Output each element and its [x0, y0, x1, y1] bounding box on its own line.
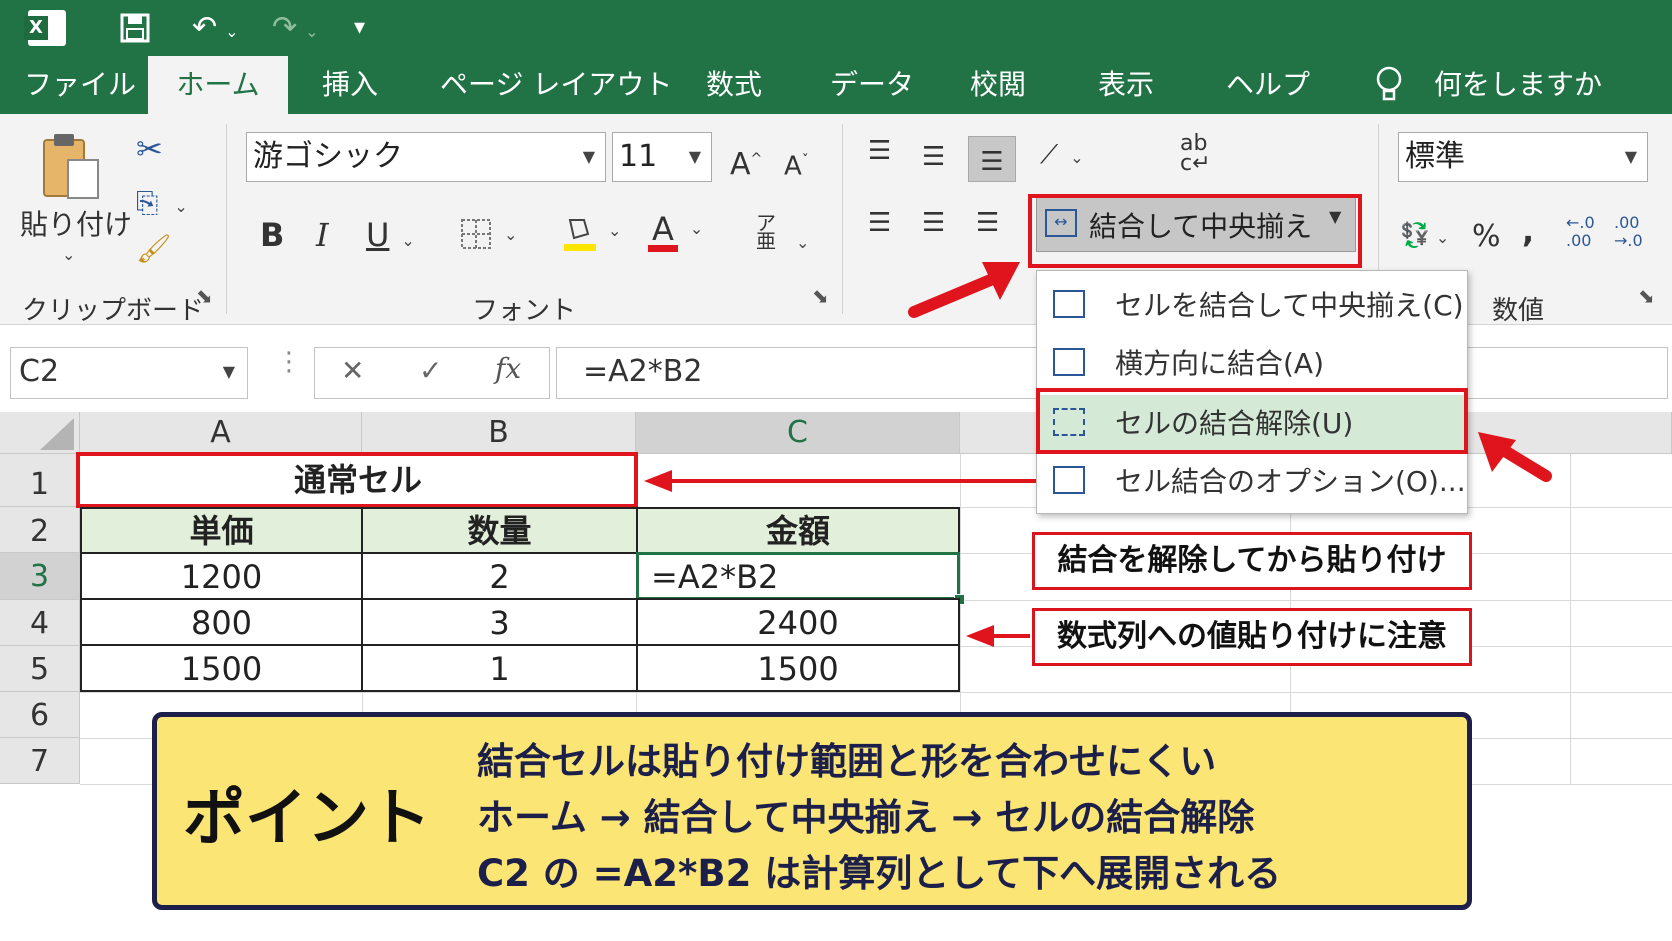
formula-note-callout: 数式列への値貼り付けに注意 [1032, 608, 1472, 666]
point-label: ポイント [183, 781, 432, 854]
point-line-3: C2 の =A2*B2 は計算列として下へ展開される [477, 852, 1282, 895]
point-line-1: 結合セルは貼り付け範囲と形を合わせにくい [477, 740, 1217, 783]
arrow-to-unmerge-item [1494, 442, 1552, 482]
point-summary-box: ポイント 結合セルは貼り付け範囲と形を合わせにくい ホーム → 結合して中央揃え… [152, 712, 1472, 910]
point-line-2: ホーム → 結合して中央揃え → セルの結合解除 [477, 796, 1255, 839]
unmerge-note-callout: 結合を解除してから貼り付け [1032, 532, 1472, 590]
arrow-to-merge-button [908, 270, 1006, 318]
